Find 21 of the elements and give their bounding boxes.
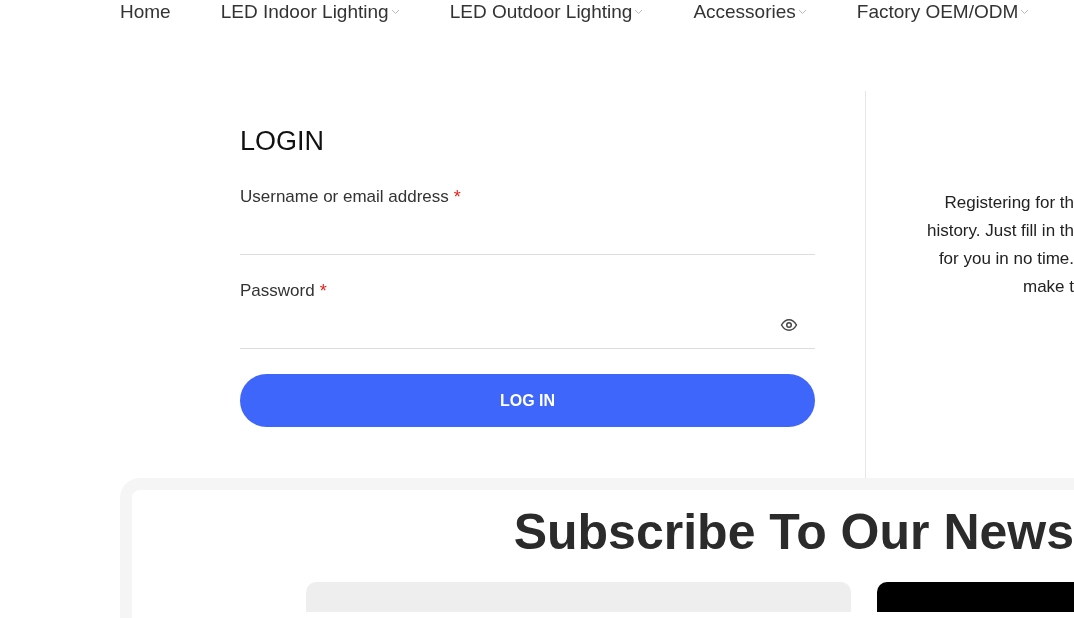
chevron-down-icon [797, 8, 807, 15]
nav-link[interactable]: LED Indoor Lighting [220, 0, 400, 23]
nav-link[interactable]: Home [120, 0, 171, 23]
register-text-line: history. Just fill in th [926, 220, 1074, 243]
chevron-down-icon [634, 8, 644, 15]
subscribe-button[interactable] [877, 582, 1074, 612]
chevron-down-icon [1020, 8, 1030, 15]
required-mark: * [319, 281, 327, 303]
login-button[interactable]: LOG IN [240, 374, 815, 428]
nav-link[interactable]: Accessories [693, 0, 807, 23]
register-text-line: Registering for th [944, 192, 1074, 215]
register-text-line: for you in no time. [938, 248, 1074, 271]
login-heading: LOGIN [240, 125, 326, 158]
register-text-line: make t [1022, 276, 1074, 299]
required-mark: * [453, 187, 461, 209]
field-label: Password [240, 281, 315, 302]
nav-link[interactable]: LED Outdoor Lighting [449, 0, 644, 23]
field-label: Username or email address [240, 187, 449, 208]
newsletter-heading: Subscribe To Our News [513, 503, 1074, 562]
nav-link[interactable]: Factory OEM/ODM [856, 0, 1030, 23]
chevron-down-icon [390, 8, 400, 15]
